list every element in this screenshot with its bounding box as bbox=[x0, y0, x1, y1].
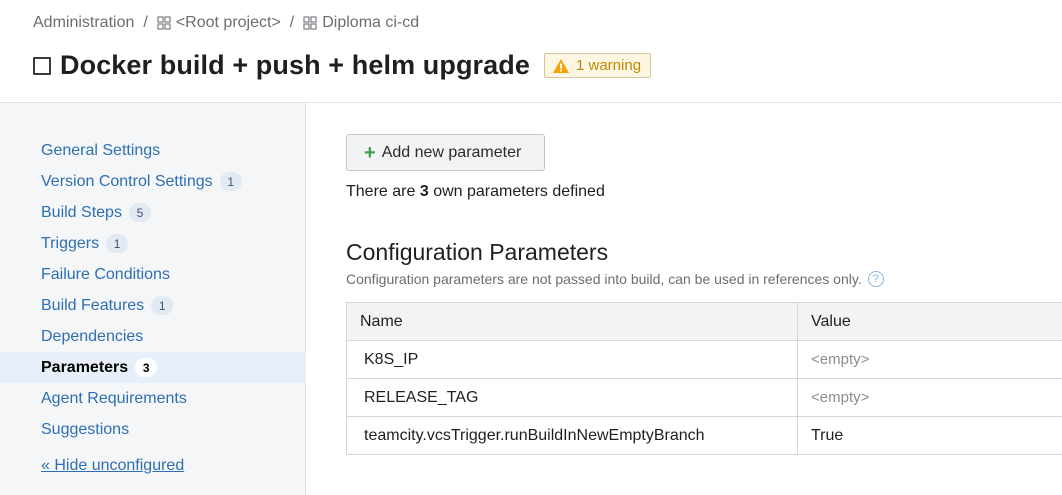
count-prefix: There are bbox=[346, 183, 416, 200]
column-header-value[interactable]: Value bbox=[797, 302, 1062, 341]
warning-label: 1 warning bbox=[576, 57, 642, 74]
count-badge: 1 bbox=[219, 172, 242, 191]
table-header-row: Name Value bbox=[346, 302, 1062, 341]
add-parameter-button[interactable]: + Add new parameter bbox=[346, 134, 545, 171]
sidebar-item-label: Failure Conditions bbox=[41, 265, 170, 283]
project-icon bbox=[157, 16, 171, 30]
sidebar-item-build-features[interactable]: Build Features 1 bbox=[0, 290, 306, 321]
parameter-name[interactable]: K8S_IP bbox=[346, 340, 798, 379]
table-row[interactable]: K8S_IP <empty> bbox=[346, 340, 1062, 379]
sidebar-list: General Settings Version Control Setting… bbox=[0, 135, 306, 445]
sidebar-item-failure-conditions[interactable]: Failure Conditions bbox=[0, 259, 306, 290]
page-title: Docker build + push + helm upgrade bbox=[60, 50, 530, 80]
sidebar-item-build-steps[interactable]: Build Steps 5 bbox=[0, 197, 306, 228]
parameter-value[interactable]: <empty> bbox=[797, 340, 1062, 379]
sidebar-item-general-settings[interactable]: General Settings bbox=[0, 135, 306, 166]
sidebar-item-parameters[interactable]: Parameters 3 bbox=[0, 352, 306, 383]
parameter-value[interactable]: True bbox=[797, 416, 1062, 455]
sidebar-item-suggestions[interactable]: Suggestions bbox=[0, 414, 306, 445]
table-row[interactable]: teamcity.vcsTrigger.runBuildInNewEmptyBr… bbox=[346, 416, 1062, 455]
count-value: 3 bbox=[419, 183, 429, 200]
breadcrumb-diploma[interactable]: Diploma ci-cd bbox=[322, 14, 419, 32]
count-badge: 3 bbox=[135, 358, 158, 377]
parameters-table: Name Value K8S_IP <empty> RELEASE_TAG <e… bbox=[346, 302, 1062, 455]
sidebar-item-label: Agent Requirements bbox=[41, 389, 187, 407]
parameter-name[interactable]: teamcity.vcsTrigger.runBuildInNewEmptyBr… bbox=[346, 416, 798, 455]
count-suffix: own parameters defined bbox=[433, 183, 605, 200]
sidebar-item-label: Build Steps bbox=[41, 203, 122, 221]
breadcrumb-separator: / bbox=[289, 14, 295, 31]
warning-badge[interactable]: 1 warning bbox=[544, 53, 652, 78]
warning-icon bbox=[553, 58, 569, 73]
sidebar-item-version-control-settings[interactable]: Version Control Settings 1 bbox=[0, 166, 306, 197]
sidebar-item-triggers[interactable]: Triggers 1 bbox=[0, 228, 306, 259]
help-icon[interactable]: ? bbox=[867, 271, 884, 287]
sidebar-item-label: Triggers bbox=[41, 234, 100, 252]
sidebar-item-label: Dependencies bbox=[41, 327, 144, 345]
hide-unconfigured-link[interactable]: « Hide unconfigured bbox=[41, 457, 184, 475]
section-title: Configuration Parameters bbox=[346, 239, 609, 265]
sidebar-item-dependencies[interactable]: Dependencies bbox=[0, 321, 306, 352]
breadcrumb-separator: / bbox=[143, 14, 148, 31]
sidebar-item-label: Version Control Settings bbox=[41, 172, 213, 190]
build-config-icon bbox=[33, 56, 51, 75]
project-icon bbox=[303, 16, 317, 30]
plus-icon: + bbox=[364, 141, 376, 164]
sidebar-item-label: General Settings bbox=[41, 141, 161, 159]
add-parameter-label: Add new parameter bbox=[381, 143, 522, 161]
table-row[interactable]: RELEASE_TAG <empty> bbox=[346, 378, 1062, 417]
sidebar-item-label: Build Features bbox=[41, 296, 145, 314]
count-badge: 1 bbox=[151, 296, 174, 315]
breadcrumb: Administration / <Root project> / Diplom… bbox=[33, 14, 419, 32]
section-description-text: Configuration parameters are not passed … bbox=[346, 271, 862, 287]
parameter-name[interactable]: RELEASE_TAG bbox=[346, 378, 798, 417]
breadcrumb-root-project[interactable]: <Root project> bbox=[176, 14, 281, 32]
section-description: Configuration parameters are not passed … bbox=[346, 271, 884, 287]
sidebar-item-agent-requirements[interactable]: Agent Requirements bbox=[0, 383, 306, 414]
breadcrumb-administration[interactable]: Administration bbox=[33, 14, 134, 32]
title-row: Docker build + push + helm upgrade 1 war… bbox=[33, 50, 652, 81]
column-header-name[interactable]: Name bbox=[346, 302, 798, 341]
parameters-count-text: There are 3 own parameters defined bbox=[346, 183, 605, 201]
sidebar: General Settings Version Control Setting… bbox=[0, 103, 306, 495]
parameter-value[interactable]: <empty> bbox=[797, 378, 1062, 417]
sidebar-item-label: Parameters bbox=[41, 358, 129, 376]
count-badge: 1 bbox=[106, 234, 129, 253]
main-content: + Add new parameter There are 3 own para… bbox=[307, 103, 1062, 495]
count-badge: 5 bbox=[128, 203, 151, 222]
sidebar-item-label: Suggestions bbox=[41, 420, 130, 438]
